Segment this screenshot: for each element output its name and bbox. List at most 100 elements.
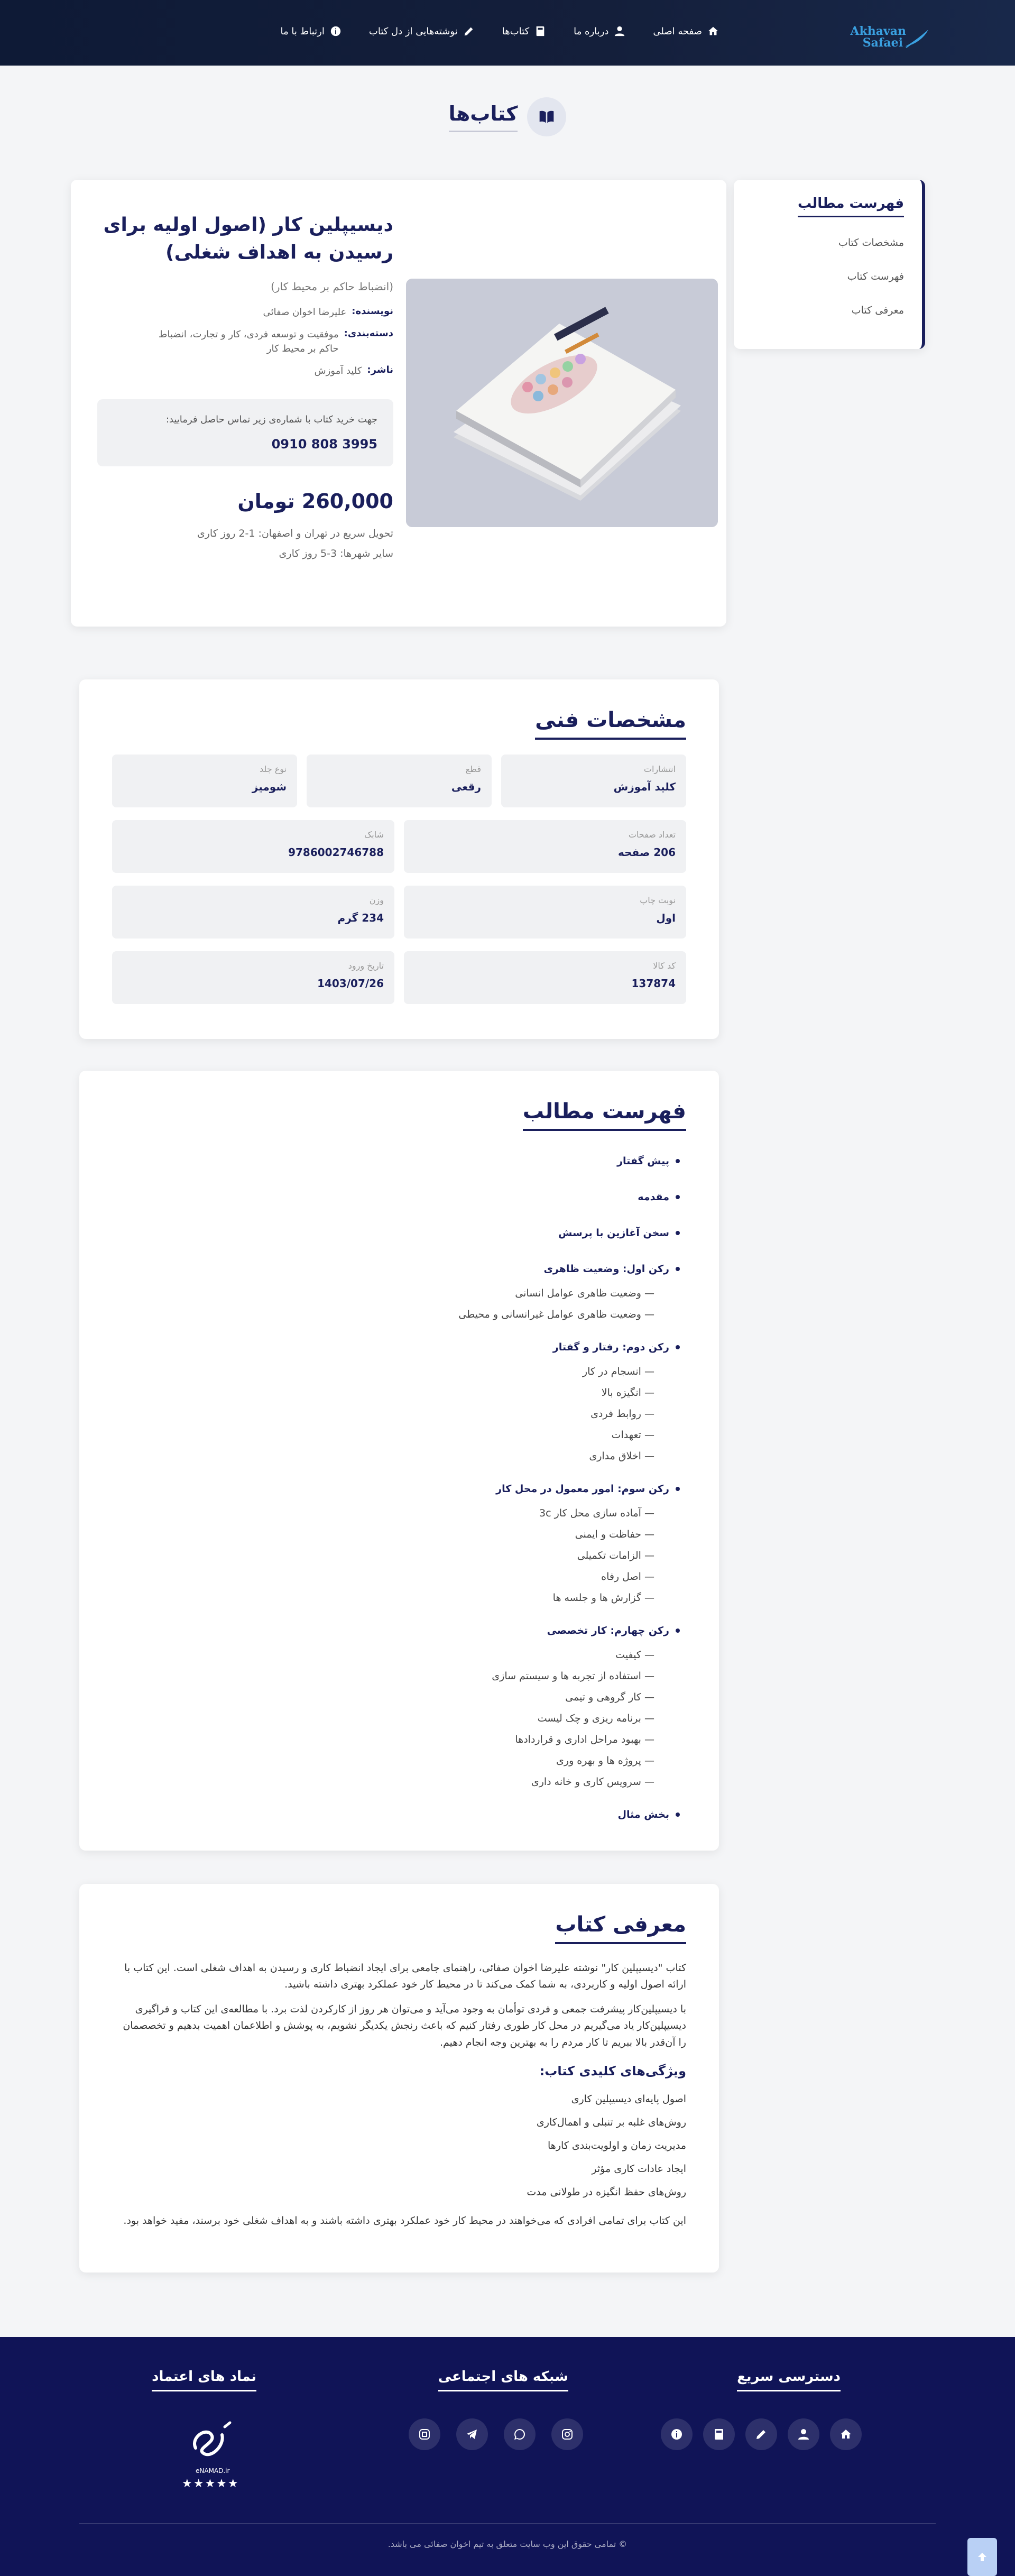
- contents-subitem: — کار گروهی و تیمی: [565, 1691, 654, 1703]
- rubika-icon: [419, 2429, 430, 2440]
- feature-item: ایجاد عادات کاری مؤثر: [592, 2163, 686, 2175]
- publisher-row: ناشر: کلید آموزش: [97, 364, 393, 378]
- contents-section: فهرست مطالب پیش گفتار مقدمه سخن آغازین با …: [79, 1071, 719, 1851]
- feature-item: روش‌های غلبه بر تنبلی و اهمال‌کاری: [536, 2117, 686, 2128]
- contents-subitem: — آماده سازی محل کار 3c: [539, 1507, 654, 1519]
- intro-section: معرفی کتاب کتاب "دیسیپلین کار" نوشته علی…: [79, 1884, 719, 2273]
- spec-label: تاریخ ورود: [348, 961, 384, 971]
- contents-subitem: — سرویس کاری و خانه داری: [531, 1776, 654, 1788]
- spec-arrival-date: تاریخ ورود 1403/07/26: [112, 951, 394, 1004]
- nav-writings[interactable]: نوشته‌هایی از دل کتاب: [369, 25, 475, 37]
- spec-size: قطع رقعی: [307, 755, 492, 807]
- contents-item-text: — اخلاق مداری: [589, 1450, 654, 1462]
- contents-item-text: بخش مثال: [617, 1809, 669, 1820]
- telegram-link[interactable]: [456, 2418, 488, 2450]
- arrow-up-icon: [978, 2553, 986, 2561]
- enamad-text: eNAMAD.ir: [196, 2467, 230, 2474]
- contents-chapter: رکن دوم: رفتار و گفتار: [553, 1341, 686, 1353]
- publisher-value: کلید آموزش: [314, 365, 362, 376]
- nav-home[interactable]: صفحه اصلی: [653, 25, 719, 37]
- book-icon: [715, 2429, 723, 2440]
- book-info: دیسیپلین کار (اصول اولیه برای رسیدن به ا…: [97, 211, 393, 564]
- purchase-contact-text: جهت خرید کتاب با شماره‌ی زیر تماس حاصل ف…: [165, 413, 377, 425]
- category-value: موفقیت و توسعه فردی، کار و تجارت، انضباط…: [158, 329, 339, 354]
- book-detail-card: دیسیپلین کار (اصول اولیه برای رسیدن به ا…: [71, 180, 726, 627]
- purchase-phone[interactable]: 0910 808 3995: [113, 437, 377, 452]
- page-title: کتاب‌ها: [448, 102, 518, 132]
- contents-subitem: — برنامه ریزی و چک لیست: [538, 1713, 654, 1724]
- spec-pages: تعداد صفحات 206 صفحه: [404, 820, 686, 873]
- feature-item: روش‌های حفظ انگیزه در طولانی مدت: [527, 2186, 686, 2198]
- user-icon: [798, 2429, 809, 2440]
- back-to-top-button[interactable]: [967, 2538, 997, 2576]
- spec-label: کد کالا: [653, 961, 676, 971]
- spec-value: کلید آموزش: [613, 780, 676, 793]
- bullet-icon: [676, 1231, 680, 1235]
- whatsapp-link[interactable]: [504, 2418, 536, 2450]
- contents-item-text: رکن اول: وضعیت ظاهری: [543, 1263, 669, 1275]
- footer-about-link[interactable]: [788, 2418, 819, 2450]
- sidebar-link-specs[interactable]: مشخصات کتاب: [838, 237, 904, 249]
- intro-closing: این کتاب برای تمامی افرادی که می‌خواهند …: [123, 2215, 686, 2227]
- site-logo[interactable]: Akhavan Safaei: [850, 24, 930, 52]
- sidebar-toc: فهرست مطالب مشخصات کتاب فهرست کتاب معرفی…: [734, 180, 925, 349]
- nav-books[interactable]: کتاب‌ها: [502, 25, 546, 37]
- footer-divider: [79, 2523, 936, 2524]
- author-row: نویسنده: علیرضا اخوان صفائی: [97, 306, 393, 319]
- contents-item-text: — حفاظت و ایمنی: [575, 1529, 654, 1540]
- main-nav: صفحه اصلی درباره ما کتاب‌ها نوشته‌هایی ا…: [253, 25, 719, 37]
- logo-line-2: Safaei: [862, 36, 903, 50]
- footer-home-link[interactable]: [830, 2418, 862, 2450]
- enamad-logo-icon: [193, 2421, 232, 2457]
- footer-books-link[interactable]: [703, 2418, 735, 2450]
- contents-item-text: — انگیزه بالا: [601, 1387, 654, 1399]
- rubika-link[interactable]: [409, 2418, 440, 2450]
- contents-subitem: — اخلاق مداری: [589, 1450, 654, 1462]
- contents-item-text: — روابط فردی: [590, 1408, 654, 1420]
- contents-item-text: — وضعیت ظاهری عوامل غیرانسانی و محیطی: [458, 1309, 654, 1320]
- instagram-link[interactable]: [551, 2418, 583, 2450]
- spec-edition: نوبت چاپ اول: [404, 886, 686, 939]
- nav-about[interactable]: درباره ما: [574, 25, 625, 37]
- contents-subitem: — استفاده از تجربه ها و سیستم سازی: [492, 1670, 654, 1682]
- telegram-icon: [467, 2430, 477, 2439]
- feature-item: اصول پایه‌ای دیسیپلین کاری: [571, 2093, 686, 2105]
- nav-about-label: درباره ما: [574, 25, 609, 37]
- contents-subitem: — پروژه ها و بهره وری: [556, 1755, 654, 1767]
- enamad-badge[interactable]: eNAMAD.ir ★★★★★: [174, 2416, 248, 2490]
- spec-label: نوع جلد: [260, 764, 287, 774]
- feature-item: مدیریت زمان و اولویت‌بندی کارها: [548, 2140, 686, 2151]
- contents-subitem: — انسجام در کار: [583, 1366, 654, 1377]
- info-icon: [330, 26, 341, 36]
- features-title: ویژگی‌های کلیدی کتاب:: [539, 2064, 686, 2078]
- contents-item-text: — استفاده از تجربه ها و سیستم سازی: [492, 1670, 654, 1682]
- footer-social-title: شبکه های اجتماعی: [438, 2369, 568, 2391]
- contents-item-text: — اصل رفاه: [601, 1571, 654, 1583]
- contents-subitem: — گزارش ها و جلسه ها: [553, 1592, 654, 1604]
- delivery-fast: تحویل سریع در تهران و اصفهان: 1-2 روز کا…: [197, 527, 393, 539]
- spec-label: تعداد صفحات: [628, 830, 676, 840]
- contents-subitem: — تعهدات: [612, 1429, 654, 1441]
- contents-subitem: — الزامات تکمیلی: [577, 1550, 654, 1561]
- contents-chapter: بخش مثال: [618, 1809, 686, 1820]
- contents-item-text: — پروژه ها و بهره وری: [556, 1755, 654, 1767]
- enamad-stars: ★★★★★: [182, 2477, 239, 2490]
- intro-paragraph-1: کتاب "دیسیپلین کار" نوشته علیرضا اخوان ص…: [124, 1962, 686, 1991]
- contents-item-text: — سرویس کاری و خانه داری: [531, 1776, 654, 1788]
- contents-subitem: — انگیزه بالا: [602, 1387, 654, 1399]
- sidebar-link-contents[interactable]: فهرست کتاب: [847, 271, 904, 282]
- spec-value: رقعی: [451, 780, 481, 793]
- bullet-icon: [676, 1267, 680, 1271]
- sidebar-link-intro[interactable]: معرفی کتاب: [852, 305, 904, 316]
- footer-writings-link[interactable]: [745, 2418, 777, 2450]
- contents-title: فهرست مطالب: [522, 1099, 686, 1131]
- intro-paragraph-2: با دیسیپلین‌کار پیشرفت جمعی و فردی توأما…: [123, 2003, 686, 2048]
- contents-subitem: — اصل رفاه: [601, 1571, 654, 1583]
- contents-subitem: — روابط فردی: [590, 1408, 654, 1420]
- contents-item-text: مقدمه: [638, 1191, 669, 1203]
- footer-contact-link[interactable]: [661, 2418, 693, 2450]
- contents-item-text: رکن دوم: رفتار و گفتار: [552, 1341, 669, 1353]
- site-footer: دسترسی سریع شبکه های اجتماعی نماد های اع…: [0, 2337, 1015, 2576]
- nav-contact[interactable]: ارتباط با ما: [281, 25, 342, 37]
- specs-title: مشخصات فنی: [535, 708, 686, 740]
